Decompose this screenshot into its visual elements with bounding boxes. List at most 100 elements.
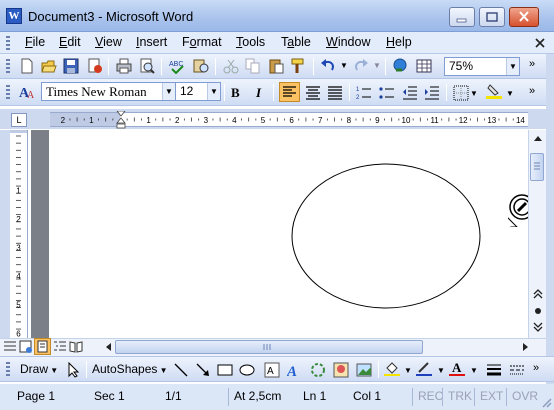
restore-button[interactable] — [479, 7, 505, 27]
font-size-combo[interactable]: 12 ▼ — [175, 82, 221, 101]
align-center-icon[interactable] — [305, 85, 321, 101]
align-left-button[interactable] — [279, 82, 300, 102]
copy-icon[interactable] — [245, 58, 261, 74]
dash-style-icon[interactable] — [509, 362, 525, 378]
text-box-icon[interactable]: A — [264, 362, 280, 378]
close-document-icon[interactable] — [533, 36, 547, 50]
borders-icon[interactable] — [453, 85, 469, 101]
minimize-button[interactable] — [449, 7, 475, 27]
menu-edit[interactable]: Edit — [59, 35, 81, 49]
vertical-scroll-thumb[interactable] — [530, 153, 544, 181]
scroll-right-icon[interactable] — [522, 342, 530, 352]
font-color-icon[interactable]: A — [449, 360, 465, 376]
bold-button[interactable]: B — [231, 85, 240, 101]
fill-color-icon[interactable] — [384, 360, 400, 376]
font-size-dropdown-icon[interactable]: ▼ — [207, 83, 220, 100]
menu-tools[interactable]: Tools — [236, 35, 265, 49]
italic-button[interactable]: I — [256, 85, 261, 101]
menu-insert[interactable]: Insert — [136, 35, 167, 49]
spelling-icon[interactable]: ABC — [169, 58, 185, 74]
hyperlink-icon[interactable] — [393, 58, 409, 74]
cut-icon[interactable] — [223, 58, 239, 74]
save-icon[interactable] — [63, 58, 79, 74]
redo-dropdown-icon[interactable]: ▼ — [373, 61, 381, 70]
print-icon[interactable] — [116, 58, 132, 74]
menu-view[interactable]: View — [95, 35, 122, 49]
document-page[interactable] — [49, 130, 528, 338]
font-name-combo[interactable]: Times New Roman ▼ — [41, 82, 176, 101]
wordart-icon[interactable]: A — [287, 362, 303, 378]
arrow-tool-icon[interactable] — [195, 362, 211, 378]
status-ovr[interactable]: OVR — [506, 388, 540, 406]
open-folder-icon[interactable] — [41, 58, 57, 74]
undo-dropdown-icon[interactable]: ▼ — [340, 61, 348, 70]
research-icon[interactable] — [193, 58, 209, 74]
status-trk[interactable]: TRK — [442, 388, 474, 406]
word-app-icon[interactable]: W — [6, 8, 22, 24]
reading-layout-view-icon[interactable] — [68, 339, 84, 354]
web-layout-view-icon[interactable] — [18, 339, 34, 354]
insert-picture-icon[interactable] — [356, 362, 372, 378]
indent-marker-icon[interactable] — [116, 111, 126, 131]
redo-icon[interactable] — [353, 58, 369, 74]
print-layout-view-button[interactable] — [34, 338, 51, 355]
horizontal-scroll-thumb[interactable] — [115, 340, 423, 354]
toolbar-grip[interactable] — [6, 362, 10, 377]
toolbar-grip[interactable] — [6, 85, 10, 100]
paste-icon[interactable] — [268, 58, 284, 74]
tables-borders-icon[interactable] — [416, 58, 432, 74]
new-document-icon[interactable] — [19, 58, 35, 74]
justify-icon[interactable] — [327, 85, 343, 101]
styles-icon[interactable]: AA — [19, 84, 35, 100]
oval-tool-icon[interactable] — [239, 362, 255, 378]
permission-icon[interactable] — [87, 58, 103, 74]
autoshapes-menu-button[interactable]: AutoShapes ▼ — [92, 362, 168, 376]
line-style-icon[interactable] — [486, 362, 502, 378]
status-ext[interactable]: EXT — [474, 388, 506, 406]
toolbar-grip[interactable] — [6, 59, 10, 74]
line-color-dropdown-icon[interactable]: ▼ — [437, 366, 445, 375]
line-tool-icon[interactable] — [173, 362, 189, 378]
toolbar-options-icon[interactable]: » — [533, 362, 539, 374]
font-color-dropdown-icon[interactable]: ▼ — [470, 366, 478, 375]
scroll-up-icon[interactable] — [533, 134, 543, 142]
format-painter-icon[interactable] — [290, 58, 306, 74]
select-browse-object-icon[interactable] — [533, 306, 543, 316]
rectangle-tool-icon[interactable] — [217, 362, 233, 378]
tab-selector[interactable]: L — [11, 113, 27, 127]
print-preview-icon[interactable] — [139, 58, 155, 74]
menubar-grip[interactable] — [6, 36, 10, 50]
status-rec[interactable]: REC — [412, 388, 443, 406]
next-page-icon[interactable] — [532, 322, 544, 332]
diagram-icon[interactable] — [310, 362, 326, 378]
line-color-icon[interactable] — [416, 360, 432, 376]
toolbar-options-icon[interactable]: » — [529, 58, 535, 70]
highlight-icon[interactable] — [486, 83, 502, 99]
clip-art-icon[interactable] — [333, 362, 349, 378]
numbering-icon[interactable]: 12 — [356, 85, 372, 101]
decrease-indent-icon[interactable] — [402, 85, 418, 101]
font-dropdown-icon[interactable]: ▼ — [162, 83, 175, 100]
menu-table[interactable]: Table — [281, 35, 311, 49]
scroll-left-icon[interactable] — [104, 342, 112, 352]
select-objects-icon[interactable] — [65, 362, 81, 378]
previous-page-icon[interactable] — [532, 289, 544, 299]
menu-format[interactable]: Format — [182, 35, 222, 49]
borders-dropdown-icon[interactable]: ▼ — [470, 89, 478, 98]
undo-icon[interactable] — [320, 58, 336, 74]
toolbar-options-icon[interactable]: » — [529, 85, 535, 97]
menu-window[interactable]: Window — [326, 35, 370, 49]
ellipse-shape[interactable] — [291, 163, 481, 309]
draw-menu-button[interactable]: Draw ▼ — [20, 362, 58, 376]
fill-color-dropdown-icon[interactable]: ▼ — [404, 366, 412, 375]
menu-help[interactable]: Help — [386, 35, 412, 49]
increase-indent-icon[interactable] — [424, 85, 440, 101]
zoom-combo[interactable]: 75% ▼ — [444, 57, 520, 76]
vertical-ruler[interactable]: 1234567 — [10, 130, 28, 338]
menu-file[interactable]: File — [25, 35, 45, 49]
bullets-icon[interactable] — [379, 85, 395, 101]
resize-grip-icon[interactable] — [540, 396, 552, 408]
highlight-dropdown-icon[interactable]: ▼ — [506, 89, 514, 98]
close-button[interactable] — [509, 7, 539, 27]
outline-view-icon[interactable] — [52, 339, 68, 354]
